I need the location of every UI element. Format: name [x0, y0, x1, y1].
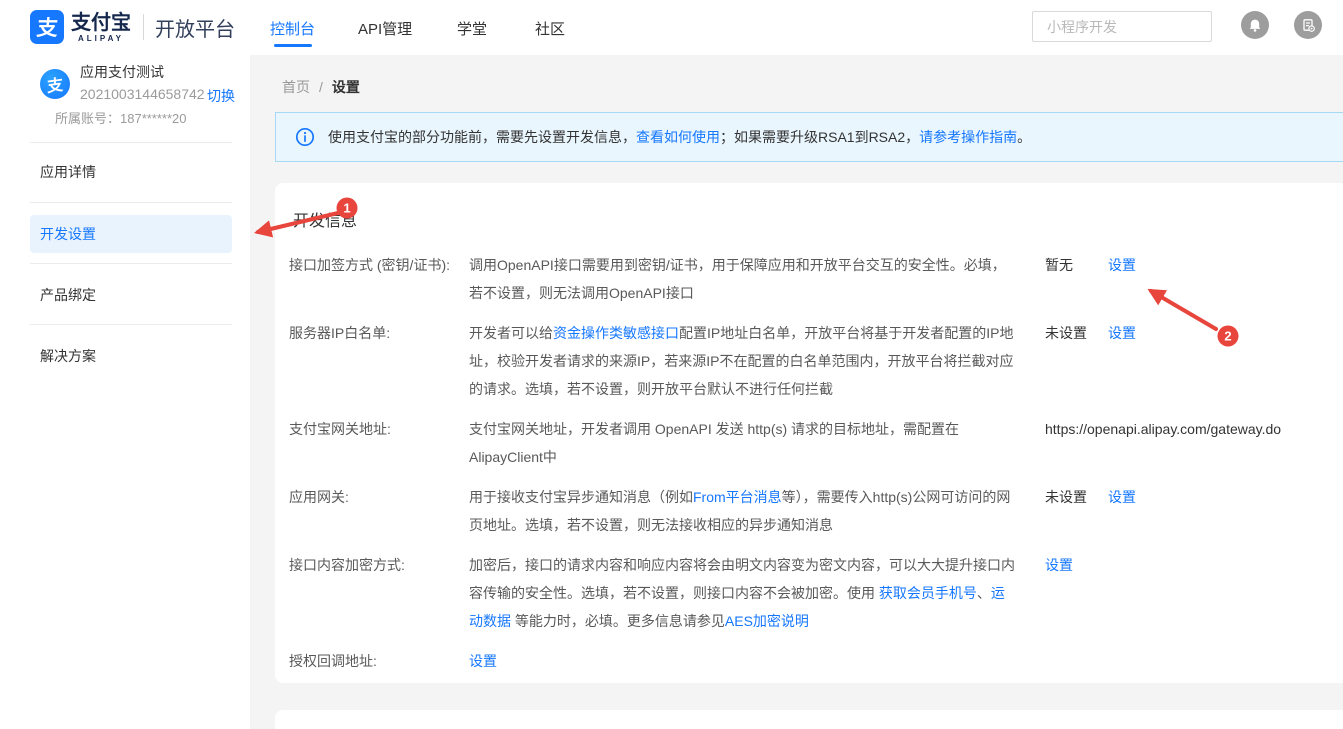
inline-link[interactable]: 资金操作类敏感接口	[553, 325, 679, 341]
setting-row: 支付宝网关地址:支付宝网关地址，开发者调用 OpenAPI 发送 http(s)…	[289, 415, 1343, 471]
setting-row: 授权回调地址:设置	[289, 647, 1343, 675]
sidebar-item-solutions[interactable]: 解决方案	[30, 337, 232, 375]
sidebar-item-product-binding[interactable]: 产品绑定	[30, 276, 232, 314]
sidebar-divider	[30, 324, 232, 325]
setting-description: 用于接收支付宝异步通知消息（例如From平台消息等），需要传入http(s)公网…	[469, 483, 1017, 539]
breadcrumb: 首页 / 设置	[282, 77, 360, 97]
alipay-open-platform-page: 支 支付宝 ALIPAY 开放平台 控制台 API管理 学堂 社区 支 应用支付…	[0, 0, 1343, 729]
description-text: 调用OpenAPI接口需要用到密钥/证书，用于保障应用和开放平台交互的安全性。必…	[469, 257, 1006, 301]
setting-action-link[interactable]: 设置	[1108, 483, 1136, 511]
notification-bell-button[interactable]	[1241, 11, 1269, 39]
main-content: 首页 / 设置 使用支付宝的部分功能前，需要先设置开发信息，查看如何使用；如果需要升…	[250, 55, 1343, 729]
document-clock-icon	[1300, 17, 1316, 33]
inline-link[interactable]: 设置	[469, 653, 497, 669]
banner-link-how-to-use[interactable]: 查看如何使用	[636, 129, 720, 145]
setting-description: 加密后，接口的请求内容和响应内容将会由明文内容变为密文内容，可以大大提升接口内容…	[469, 551, 1017, 635]
brand-text: 支付宝 ALIPAY	[71, 12, 131, 43]
inline-link[interactable]: AES加密说明	[725, 613, 809, 629]
status-text: 未设置	[1045, 483, 1108, 511]
setting-action-link[interactable]: 设置	[1108, 251, 1136, 279]
setting-label: 支付宝网关地址:	[289, 415, 469, 443]
logo-character: 支	[35, 12, 59, 42]
setting-right-column: 未设置设置	[1045, 319, 1136, 347]
banner-text: 使用支付宝的部分功能前，需要先设置开发信息，	[328, 129, 636, 145]
bell-icon	[1247, 17, 1263, 33]
setting-label: 授权回调地址:	[289, 647, 469, 675]
sidebar-item-app-details[interactable]: 应用详情	[30, 153, 232, 191]
sidebar-divider	[30, 142, 232, 143]
work-order-button[interactable]	[1294, 11, 1322, 39]
search-input[interactable]	[1047, 19, 1228, 35]
owner-account: 所属账号：187******20	[55, 108, 187, 127]
setting-row: 服务器IP白名单:开发者可以给资金操作类敏感接口配置IP地址白名单，开放平台将基…	[289, 319, 1343, 403]
logo-divider	[143, 14, 144, 40]
setting-right-column: 暂无设置	[1045, 251, 1136, 279]
setting-label: 接口内容加密方式:	[289, 551, 469, 579]
status-text: 暂无	[1045, 251, 1108, 279]
banner-link-operation-guide[interactable]: 请参考操作指南	[919, 129, 1017, 145]
setting-row: 接口内容加密方式:加密后，接口的请求内容和响应内容将会由明文内容变为密文内容，可…	[289, 551, 1343, 635]
brand-name: 支付宝	[71, 12, 131, 34]
setting-label: 接口加签方式 (密钥/证书):	[289, 251, 469, 279]
alipay-logo-mark-icon: 支	[30, 10, 64, 44]
setting-description: 设置	[469, 647, 1017, 675]
breadcrumb-current: 设置	[332, 79, 360, 95]
description-text: 支付宝网关地址，开发者调用 OpenAPI 发送 http(s) 请求的目标地址…	[469, 421, 959, 465]
description-text: 用于接收支付宝异步通知消息（例如	[469, 489, 693, 505]
search-box	[1032, 11, 1212, 42]
top-header: 支 支付宝 ALIPAY 开放平台 控制台 API管理 学堂 社区	[0, 0, 1343, 55]
setting-right-column: 未设置设置	[1045, 483, 1136, 511]
description-text: 开发者可以给	[469, 325, 553, 341]
inline-link[interactable]: 获取会员手机号	[879, 585, 977, 601]
banner-text: 。	[1017, 129, 1031, 145]
product-name: 开放平台	[155, 13, 235, 42]
alipay-logo[interactable]: 支 支付宝 ALIPAY 开放平台	[30, 10, 235, 44]
nav-tab-community[interactable]: 社区	[535, 18, 565, 39]
app-id: 2021003144658742	[80, 86, 205, 102]
app-name: 应用支付测试	[80, 62, 164, 82]
setting-action-link[interactable]: 设置	[1108, 319, 1136, 347]
nav-tab-academy[interactable]: 学堂	[457, 18, 487, 39]
sidebar: 支 应用支付测试 2021003144658742 切换 所属账号：187***…	[0, 55, 250, 729]
banner-message: 使用支付宝的部分功能前，需要先设置开发信息，查看如何使用；如果需要升级RSA1到…	[328, 127, 1031, 147]
breadcrumb-separator: /	[319, 79, 323, 95]
sidebar-divider	[30, 202, 232, 203]
next-section-card	[275, 710, 1343, 729]
description-text: 等能力时，必填。更多信息请参见	[511, 613, 725, 629]
setting-description: 开发者可以给资金操作类敏感接口配置IP地址白名单，开放平台将基于开发者配置的IP…	[469, 319, 1017, 403]
setting-right-column: https://openapi.alipay.com/gateway.do	[1045, 415, 1281, 443]
description-text: 、	[977, 585, 991, 601]
setting-description: 支付宝网关地址，开发者调用 OpenAPI 发送 http(s) 请求的目标地址…	[469, 415, 1017, 471]
app-avatar: 支	[40, 69, 70, 99]
status-text: 未设置	[1045, 319, 1108, 347]
info-banner: 使用支付宝的部分功能前，需要先设置开发信息，查看如何使用；如果需要升级RSA1到…	[275, 112, 1343, 162]
setting-value: https://openapi.alipay.com/gateway.do	[1045, 415, 1281, 443]
setting-row: 应用网关:用于接收支付宝异步通知消息（例如From平台消息等），需要传入http…	[289, 483, 1343, 539]
settings-rows: 接口加签方式 (密钥/证书):调用OpenAPI接口需要用到密钥/证书，用于保障…	[289, 251, 1343, 675]
setting-description: 调用OpenAPI接口需要用到密钥/证书，用于保障应用和开放平台交互的安全性。必…	[469, 251, 1017, 307]
setting-label: 服务器IP白名单:	[289, 319, 469, 347]
info-icon	[295, 127, 315, 147]
nav-tab-console[interactable]: 控制台	[270, 18, 315, 39]
sidebar-divider	[30, 263, 232, 264]
breadcrumb-home-link[interactable]: 首页	[282, 79, 310, 95]
section-title: 开发信息	[293, 211, 1343, 233]
nav-tab-api-management[interactable]: API管理	[358, 18, 412, 39]
avatar-character: 支	[47, 71, 64, 97]
dev-info-card: 开发信息 接口加签方式 (密钥/证书):调用OpenAPI接口需要用到密钥/证书…	[275, 183, 1343, 683]
setting-label: 应用网关:	[289, 483, 469, 511]
switch-app-link[interactable]: 切换	[207, 86, 235, 106]
setting-row: 接口加签方式 (密钥/证书):调用OpenAPI接口需要用到密钥/证书，用于保障…	[289, 251, 1343, 307]
setting-action-link[interactable]: 设置	[1045, 551, 1073, 579]
setting-right-column: 设置	[1045, 551, 1073, 579]
inline-link[interactable]: From平台消息	[693, 489, 782, 505]
banner-text: ；如果需要升级RSA1到RSA2，	[720, 129, 919, 145]
brand-subtitle: ALIPAY	[78, 34, 124, 43]
sidebar-item-dev-settings[interactable]: 开发设置	[30, 215, 232, 253]
